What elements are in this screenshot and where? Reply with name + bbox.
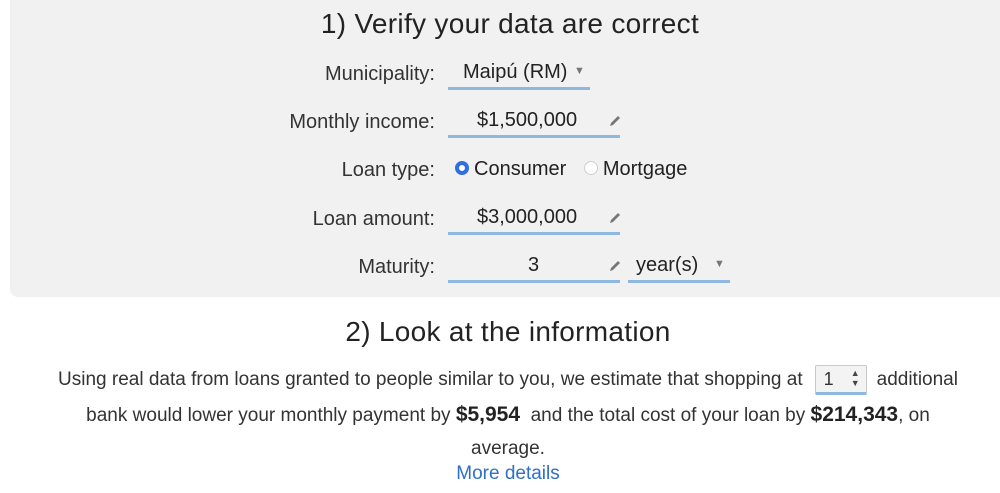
- maturity-label: Maturity:: [358, 256, 435, 278]
- info-text-line2: bank would lower your monthly payment by: [86, 405, 451, 426]
- amount-value: $3,000,000: [477, 206, 578, 228]
- radio-consumer[interactable]: [455, 160, 469, 175]
- section1-title: 1) Verify your data are correct: [320, 8, 700, 39]
- income-value: $1,500,000: [477, 109, 578, 131]
- radio-mortgage-label[interactable]: Mortgage: [603, 158, 688, 180]
- maturity-unit-select[interactable]: year(s) ▼: [628, 251, 730, 283]
- more-details-link[interactable]: More details: [0, 463, 1000, 485]
- maturity-input[interactable]: 3: [448, 251, 620, 283]
- loan-type-radio-group: Consumer Mortgage: [455, 158, 687, 181]
- radio-consumer-label[interactable]: Consumer: [474, 158, 566, 180]
- caret-down-icon: ▼: [714, 258, 725, 270]
- loan-type-label: Loan type:: [341, 159, 435, 181]
- income-label: Monthly income:: [289, 111, 435, 133]
- amount-input[interactable]: $3,000,000: [448, 203, 620, 235]
- info-line-3: average.: [471, 438, 545, 459]
- total-saving: $214,343: [810, 403, 899, 426]
- spin-arrows-icon[interactable]: ▲ ▼: [851, 368, 860, 388]
- info-text-mid: and the total cost of your loan by: [530, 405, 806, 426]
- monthly-saving: $5,954: [455, 403, 521, 426]
- municipality-label: Municipality:: [324, 63, 435, 85]
- radio-mortgage[interactable]: [583, 160, 598, 175]
- caret-down-icon: ▼: [574, 65, 585, 77]
- info-text-after-banks: additional: [876, 369, 958, 390]
- banks-value: 1: [823, 368, 834, 389]
- info-line-2: bank would lower your monthly payment by…: [0, 397, 1000, 433]
- info-line-1: Using real data from loans granted to pe…: [0, 362, 1000, 397]
- pencil-icon: [610, 116, 620, 126]
- info-text-before: Using real data from loans granted to pe…: [58, 369, 803, 390]
- maturity-value: 3: [528, 254, 540, 276]
- municipality-value: Maipú (RM): [463, 61, 568, 83]
- info-text-end: , on: [898, 405, 930, 426]
- banks-spinbox[interactable]: 1 ▲ ▼: [814, 364, 867, 395]
- section2-title: 2) Look at the information: [345, 316, 671, 347]
- income-input[interactable]: $1,500,000: [448, 106, 620, 138]
- municipality-select[interactable]: Maipú (RM) ▼: [448, 58, 590, 90]
- maturity-unit-value: year(s): [636, 254, 699, 276]
- amount-label: Loan amount:: [312, 208, 435, 230]
- pencil-icon: [610, 213, 620, 223]
- pencil-icon: [610, 261, 620, 271]
